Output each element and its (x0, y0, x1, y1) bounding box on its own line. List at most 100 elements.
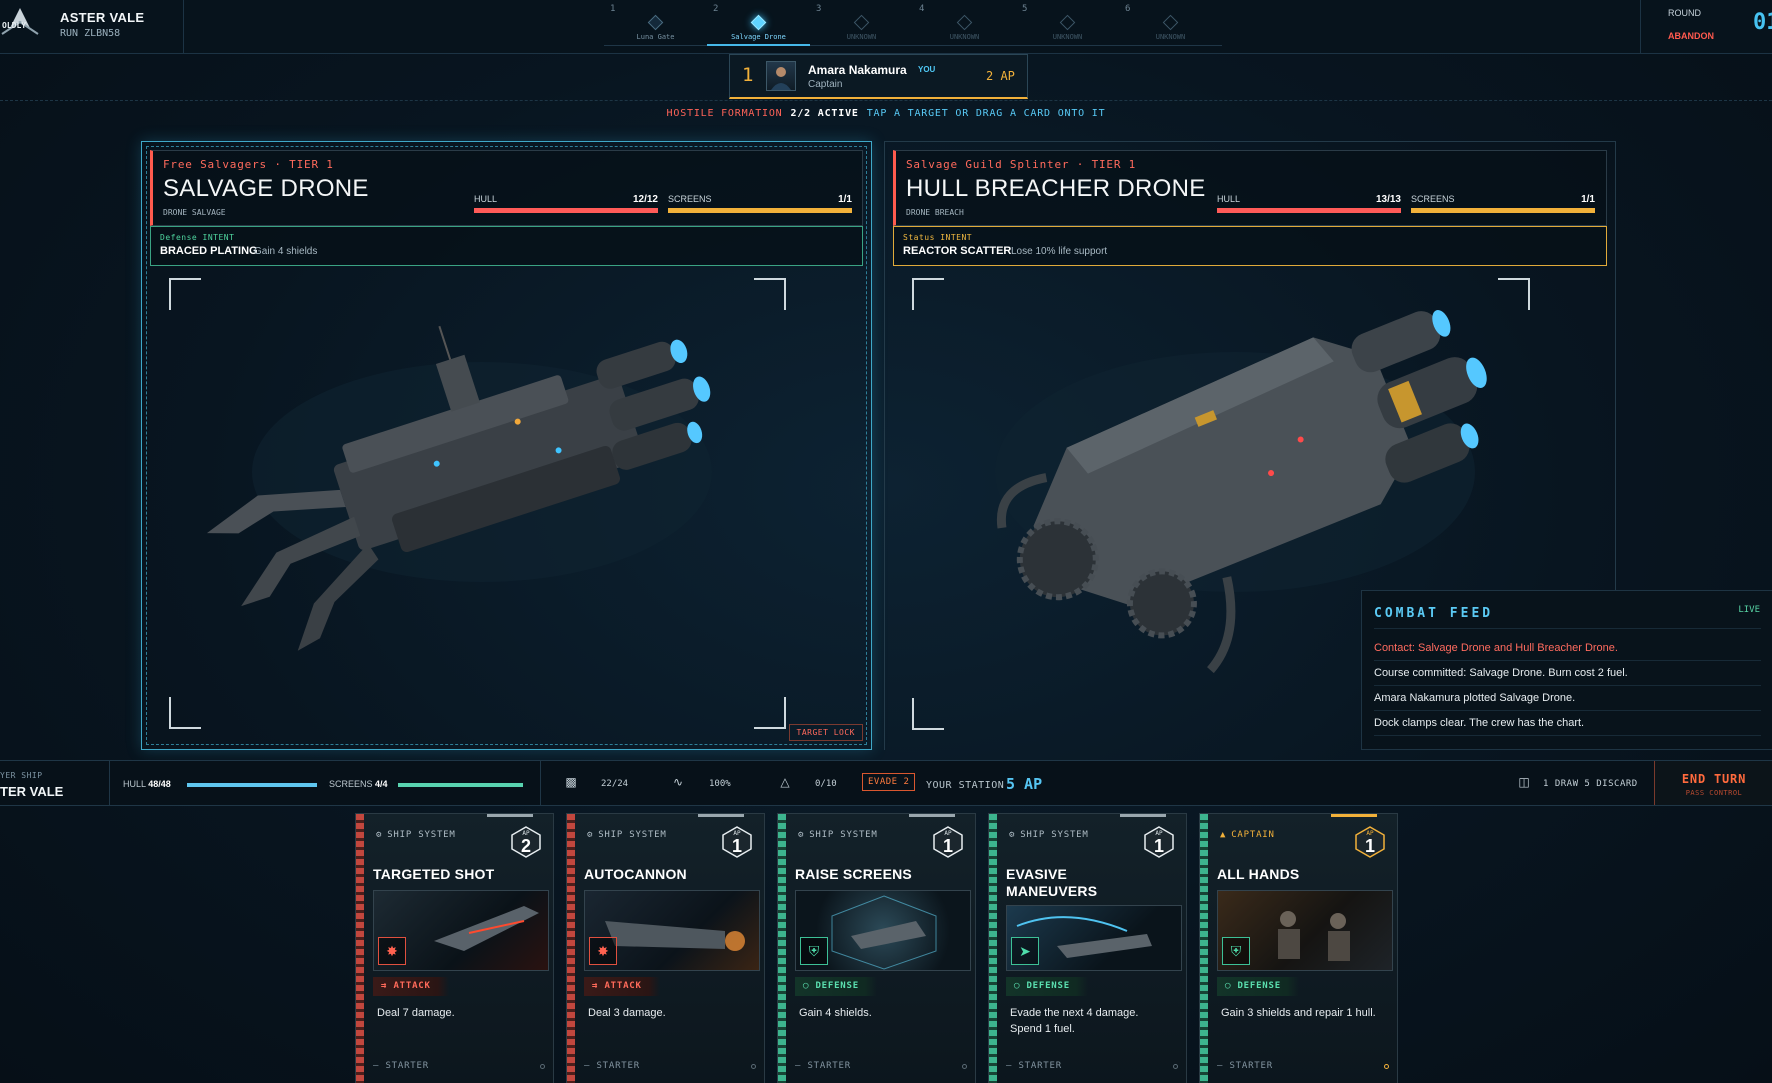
ap-cost-badge: AP 1 (1144, 826, 1174, 858)
card-type: ⚙ SHIP SYSTEM (1009, 830, 1089, 840)
shield-icon: ⛨ (800, 937, 828, 965)
game-screen: OLDLY ASTER VALE RUN ZLBN58 1 Luna Gate … (0, 0, 1772, 1083)
card-art: ⛨ (1217, 890, 1393, 971)
deck-counts[interactable]: 1 DRAW 5 DISCARD (1543, 779, 1638, 789)
card-autocannon[interactable]: ⚙ SHIP SYSTEM AP 1 AUTOCANNON ✸ ⇉ ATTACK … (566, 813, 765, 1083)
formation-hint: TAP A TARGET OR DRAG A CARD ONTO IT (866, 108, 1106, 119)
step-label: UNKNOWN (846, 33, 877, 41)
captain-name: Amara Nakamura (808, 63, 907, 77)
run-id: RUN ZLBN58 (60, 28, 121, 39)
logo-wordmark: OLDLY (2, 21, 27, 30)
card-art: ✸ (373, 890, 549, 971)
abandon-button[interactable]: ABANDON (1668, 31, 1714, 41)
card-evasive-maneuvers[interactable]: ⚙ SHIP SYSTEM AP 1 EVASIVE MANEUVERS ➤ ◯ … (988, 813, 1187, 1083)
diamond-node-icon (750, 14, 767, 31)
step-label: UNKNOWN (949, 33, 980, 41)
captain-rank-icon: ▲ (1220, 830, 1227, 840)
step-underline (1119, 45, 1222, 46)
burst-icon: ✸ (378, 937, 406, 965)
you-badge: YOU (918, 65, 936, 74)
diamond-node-icon (1162, 14, 1179, 31)
footer-label: STARTER (1229, 1061, 1273, 1071)
route-step[interactable]: 2 Salvage Drone (707, 0, 810, 46)
category-label: DEFENSE (1237, 981, 1281, 991)
route-step[interactable]: 1 Luna Gate (604, 0, 707, 46)
card-title: ALL HANDS (1217, 866, 1300, 882)
step-number: 3 (816, 4, 822, 14)
card-type-label: SHIP SYSTEM (598, 830, 667, 840)
ap-cost-badge: AP 2 (511, 826, 541, 858)
life-support-value: 100% (709, 779, 731, 789)
step-label: UNKNOWN (1052, 33, 1083, 41)
footer-label: STARTER (1018, 1061, 1062, 1071)
card-footer: — STARTER (1006, 1061, 1062, 1071)
fuel-value: 22/24 (601, 779, 629, 789)
step-number: 1 (610, 4, 616, 14)
route-step[interactable]: 4 UNKNOWN (913, 0, 1016, 46)
end-turn-sublabel: PASS CONTROL (1685, 789, 1743, 797)
step-underline (604, 45, 707, 46)
ap-cost: 1 (731, 836, 742, 856)
step-number: 4 (919, 4, 925, 14)
card-dot (751, 1064, 756, 1069)
end-turn-button[interactable]: END TURN PASS CONTROL (1654, 761, 1772, 805)
alert-triangle-icon: △ (780, 775, 790, 789)
card-type: ▲ CAPTAIN (1220, 830, 1275, 840)
formation-active: 2/2 ACTIVE (790, 108, 859, 119)
step-label: Salvage Drone (731, 33, 786, 41)
diamond-node-icon (853, 14, 870, 31)
card-targeted-shot[interactable]: ⚙ SHIP SYSTEM AP 2 TARGETED SHOT ✸ ⇉ ATTA… (355, 813, 554, 1083)
live-badge: LIVE (1738, 605, 1760, 615)
divider (1374, 660, 1761, 661)
category-label: DEFENSE (815, 981, 859, 991)
card-footer: — STARTER (584, 1061, 640, 1071)
feed-entry: Course committed: Salvage Drone. Burn co… (1374, 667, 1628, 679)
enemy-card-salvage-drone[interactable]: Free Salvagers · TIER 1 SALVAGE DRONE DR… (141, 141, 872, 750)
route-step[interactable]: 5 UNKNOWN (1016, 0, 1119, 46)
captain-role: Captain (808, 79, 843, 90)
route-progress: 1 Luna Gate 2 Salvage Drone 3 UNKNOWN 4 (604, 0, 1222, 46)
feed-title: COMBAT FEED (1374, 606, 1494, 621)
gear-icon: ⚙ (798, 830, 805, 840)
feed-entry: Dock clamps clear. The crew has the char… (1374, 717, 1585, 729)
turn-order-strip: 1 Amara Nakamura YOU Captain 2 AP (0, 54, 1772, 101)
captain-turn-card[interactable]: 1 Amara Nakamura YOU Captain 2 AP (729, 54, 1028, 99)
card-art: ✸ (584, 890, 760, 971)
ap-cost: 1 (1364, 836, 1375, 856)
card-category: ◯ DEFENSE (1217, 977, 1299, 996)
gear-icon: ⚙ (376, 830, 383, 840)
gear-icon: ⚙ (587, 830, 594, 840)
target-lock-button[interactable]: TARGET LOCK (788, 724, 863, 741)
formation-banner: HOSTILE FORMATION 2/2 ACTIVE TAP A TARGET … (0, 108, 1772, 119)
ap-cost-badge: AP 1 (933, 826, 963, 858)
brand-block: OLDLY ASTER VALE RUN ZLBN58 (0, 0, 184, 54)
life-support-icon: ∿ (672, 775, 684, 789)
card-type: ⚙ SHIP SYSTEM (798, 830, 878, 840)
route-step[interactable]: 6 UNKNOWN (1119, 0, 1222, 46)
category-label: DEFENSE (1026, 981, 1070, 991)
card-title: EVASIVE MANEUVERS (1006, 866, 1098, 899)
card-dot (1384, 1064, 1389, 1069)
person-icon (771, 67, 791, 90)
category-label: ATTACK (604, 981, 642, 991)
top-bar: OLDLY ASTER VALE RUN ZLBN58 1 Luna Gate … (0, 0, 1772, 54)
card-type-label: CAPTAIN (1231, 830, 1275, 840)
shield-icon: ⛨ (1222, 937, 1250, 965)
card-footer: — STARTER (373, 1061, 429, 1071)
card-rail (989, 814, 997, 1083)
card-category: ⇉ ATTACK (373, 977, 449, 996)
route-step[interactable]: 3 UNKNOWN (810, 0, 913, 46)
player-ship-name: TER VALE (0, 784, 64, 799)
evade-badge: EVADE 2 (862, 773, 916, 791)
card-type: ⚙ SHIP SYSTEM (376, 830, 456, 840)
card-all-hands[interactable]: ▲ CAPTAIN AP 1 ALL HANDS ⛨ ◯ DEFENSE Gain… (1199, 813, 1398, 1083)
card-footer: — STARTER (795, 1061, 851, 1071)
footer-label: STARTER (385, 1061, 429, 1071)
player-screens-stat: SCREENS 4/4 (329, 779, 388, 789)
round-number: 01 (1753, 10, 1772, 35)
card-raise-screens[interactable]: ⚙ SHIP SYSTEM AP 1 RAISE SCREENS ⛨ ◯ DEFE… (777, 813, 976, 1083)
combat-feed: COMBAT FEED LIVE Contact: Salvage Drone … (1361, 590, 1772, 750)
player-status-bar: YER SHIP TER VALE HULL 48/48 SCREENS 4/4… (0, 760, 1772, 806)
card-rail (778, 814, 786, 1083)
card-rail (356, 814, 364, 1083)
